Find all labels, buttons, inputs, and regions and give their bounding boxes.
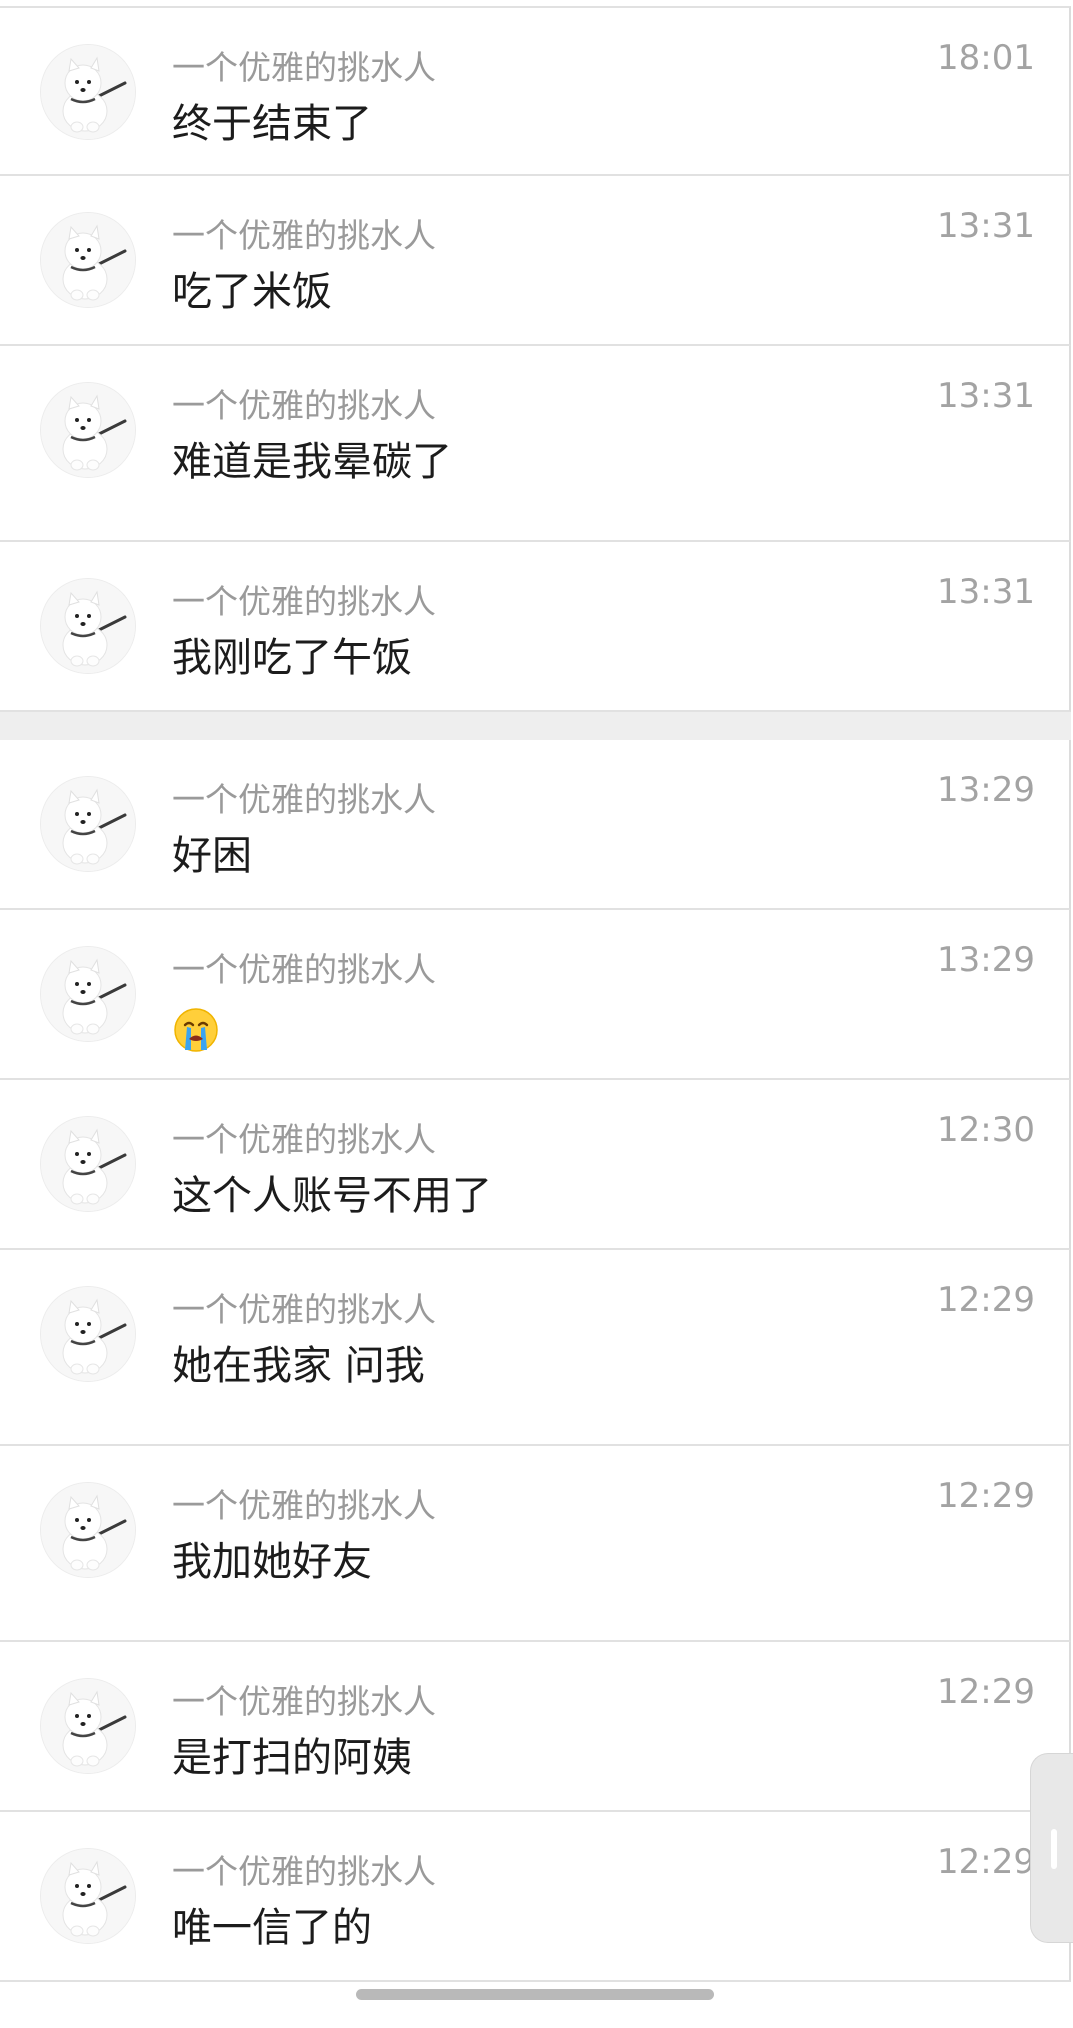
message-text: 唯一信了的 xyxy=(172,1905,372,1951)
message-item[interactable]: 一个优雅的挑水人 12:29 是打扫的阿姨 xyxy=(0,1642,1071,1812)
message-time: 12:29 xyxy=(937,1842,1035,1882)
avatar-dog-icon[interactable] xyxy=(40,1116,136,1212)
message-text: 好困 xyxy=(172,833,252,879)
sender-name: 一个优雅的挑水人 xyxy=(172,780,436,819)
chat-history-screen: 一个优雅的挑水人 18:01 终于结束了 一个优雅的挑水人 13:31 吃了米饭 一个优… xyxy=(0,0,1073,2028)
message-text: 这个人账号不用了 xyxy=(172,1173,492,1219)
message-item[interactable]: 一个优雅的挑水人 13:29 xyxy=(0,910,1071,1080)
avatar-dog-icon[interactable] xyxy=(40,1848,136,1944)
message-text: 我加她好友 xyxy=(172,1539,372,1585)
message-item[interactable]: 一个优雅的挑水人 12:29 我加她好友 xyxy=(0,1446,1071,1642)
avatar-dog-icon[interactable] xyxy=(40,44,136,140)
sender-name: 一个优雅的挑水人 xyxy=(172,216,436,255)
message-item[interactable]: 一个优雅的挑水人 12:29 唯一信了的 xyxy=(0,1812,1071,1982)
message-text xyxy=(172,1000,220,1067)
avatar-dog-icon[interactable] xyxy=(40,1286,136,1382)
crying-face-emoji-icon xyxy=(172,1006,220,1054)
message-text: 终于结束了 xyxy=(172,101,372,147)
message-text: 吃了米饭 xyxy=(172,269,332,315)
sender-name: 一个优雅的挑水人 xyxy=(172,1486,436,1525)
message-time: 12:29 xyxy=(937,1476,1035,1516)
scroll-handle[interactable] xyxy=(1030,1753,1073,1943)
sender-name: 一个优雅的挑水人 xyxy=(172,1290,436,1329)
message-text: 我刚吃了午饭 xyxy=(172,635,412,681)
avatar-dog-icon[interactable] xyxy=(40,382,136,478)
message-item[interactable]: 一个优雅的挑水人 13:29 好困 xyxy=(0,740,1071,910)
sender-name: 一个优雅的挑水人 xyxy=(172,1682,436,1721)
avatar-dog-icon[interactable] xyxy=(40,212,136,308)
sender-name: 一个优雅的挑水人 xyxy=(172,48,436,87)
message-time: 12:30 xyxy=(937,1110,1035,1150)
avatar-dog-icon[interactable] xyxy=(40,578,136,674)
message-item[interactable]: 一个优雅的挑水人 13:31 吃了米饭 xyxy=(0,176,1071,346)
message-time: 18:01 xyxy=(937,38,1035,78)
message-list[interactable]: 一个优雅的挑水人 18:01 终于结束了 一个优雅的挑水人 13:31 吃了米饭 一个优… xyxy=(0,0,1073,2028)
avatar-dog-icon[interactable] xyxy=(40,1678,136,1774)
avatar-dog-icon[interactable] xyxy=(40,1482,136,1578)
sender-name: 一个优雅的挑水人 xyxy=(172,582,436,621)
message-time: 12:29 xyxy=(937,1280,1035,1320)
message-time: 13:31 xyxy=(937,376,1035,416)
message-item[interactable]: 一个优雅的挑水人 12:29 她在我家 问我 xyxy=(0,1250,1071,1446)
home-indicator[interactable] xyxy=(356,1989,714,2000)
sender-name: 一个优雅的挑水人 xyxy=(172,386,436,425)
sender-name: 一个优雅的挑水人 xyxy=(172,1120,436,1159)
message-time: 13:31 xyxy=(937,572,1035,612)
message-item[interactable]: 一个优雅的挑水人 13:31 难道是我晕碳了 xyxy=(0,346,1071,542)
message-time: 13:31 xyxy=(937,206,1035,246)
message-time: 13:29 xyxy=(937,940,1035,980)
message-time: 12:29 xyxy=(937,1672,1035,1712)
avatar-dog-icon[interactable] xyxy=(40,946,136,1042)
message-time: 13:29 xyxy=(937,770,1035,810)
message-item[interactable]: 一个优雅的挑水人 18:01 终于结束了 xyxy=(0,6,1071,176)
message-item[interactable]: 一个优雅的挑水人 13:31 我刚吃了午饭 xyxy=(0,542,1071,712)
message-text: 她在我家 问我 xyxy=(172,1343,425,1389)
scroll-grip-icon xyxy=(1051,1829,1057,1869)
message-text: 难道是我晕碳了 xyxy=(172,439,452,485)
message-text: 是打扫的阿姨 xyxy=(172,1735,412,1781)
sender-name: 一个优雅的挑水人 xyxy=(172,1852,436,1891)
section-divider xyxy=(0,712,1071,740)
avatar-dog-icon[interactable] xyxy=(40,776,136,872)
sender-name: 一个优雅的挑水人 xyxy=(172,950,436,989)
message-item[interactable]: 一个优雅的挑水人 12:30 这个人账号不用了 xyxy=(0,1080,1071,1250)
